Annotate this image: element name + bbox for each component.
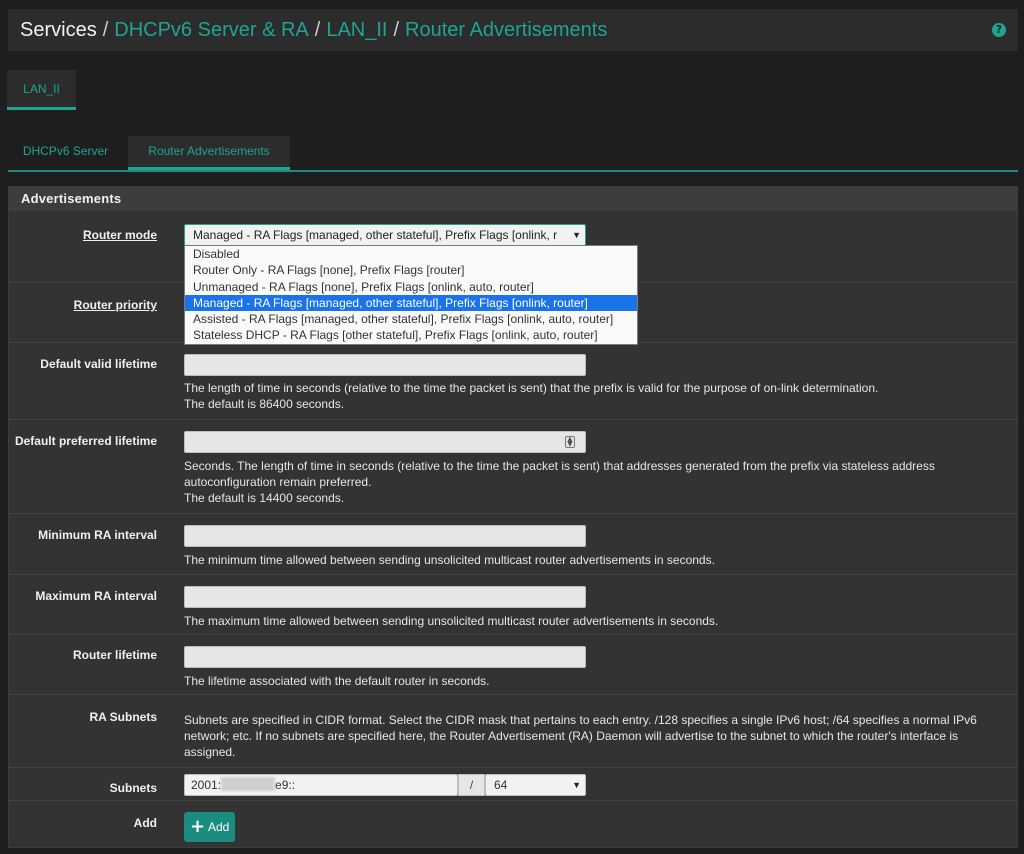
preferred-lifetime-help-text: Seconds. The length of time in seconds (… bbox=[184, 459, 935, 489]
preferred-lifetime-default: The default is 14400 seconds. bbox=[184, 491, 345, 505]
preferred-lifetime-row: Default preferred lifetime ▲ ▼ Seconds. T… bbox=[9, 419, 1017, 513]
router-mode-option-stateless-dhcp[interactable]: Stateless DHCP - RA Flags [other statefu… bbox=[185, 327, 637, 343]
breadcrumb-separator: / bbox=[102, 18, 109, 41]
router-mode-option-disabled[interactable]: Disabled bbox=[185, 246, 637, 262]
router-lifetime-row: Router lifetime The lifetime associated … bbox=[9, 634, 1017, 694]
subnets-row: Subnets 2001: e9:: / 64 ▼ bbox=[9, 767, 1017, 800]
valid-lifetime-input[interactable] bbox=[184, 354, 586, 376]
ra-subnets-label: RA Subnets bbox=[89, 710, 157, 724]
max-ra-input[interactable] bbox=[184, 586, 586, 608]
breadcrumb-page[interactable]: Router Advertisements bbox=[405, 19, 607, 42]
cidr-mask-value: 64 bbox=[494, 778, 508, 792]
valid-lifetime-label: Default valid lifetime bbox=[40, 357, 157, 371]
min-ra-label: Minimum RA interval bbox=[38, 528, 157, 542]
ra-subnets-help: Subnets are specified in CIDR format. Se… bbox=[184, 713, 977, 759]
add-button[interactable]: + Add bbox=[184, 812, 235, 842]
router-mode-select[interactable]: Managed - RA Flags [managed, other state… bbox=[184, 224, 586, 246]
router-mode-option-unmanaged[interactable]: Unmanaged - RA Flags [none], Prefix Flag… bbox=[185, 279, 637, 295]
chevron-down-icon: ▼ bbox=[568, 775, 581, 795]
question-circle-icon[interactable]: ? bbox=[992, 23, 1006, 37]
max-ra-row: Maximum RA interval The maximum time all… bbox=[9, 574, 1017, 634]
router-mode-value: Managed - RA Flags [managed, other state… bbox=[193, 228, 558, 242]
ra-subnets-row: RA Subnets Subnets are specified in CIDR… bbox=[9, 694, 1017, 767]
breadcrumb-separator: / bbox=[314, 18, 321, 41]
subtab-bar: DHCPv6 Server Router Advertisements bbox=[8, 136, 1018, 172]
valid-lifetime-help: The length of time in seconds (relative … bbox=[184, 380, 1004, 412]
add-label: Add bbox=[133, 816, 157, 830]
router-lifetime-input[interactable] bbox=[184, 646, 586, 668]
min-ra-help: The minimum time allowed between sending… bbox=[184, 553, 715, 567]
router-lifetime-help: The lifetime associated with the default… bbox=[184, 674, 490, 688]
router-mode-option-managed[interactable]: Managed - RA Flags [managed, other state… bbox=[185, 294, 637, 312]
preferred-lifetime-input[interactable]: ▲ ▼ bbox=[184, 431, 586, 453]
min-ra-input[interactable] bbox=[184, 525, 586, 547]
breadcrumb-dhcpv6[interactable]: DHCPv6 Server & RA bbox=[114, 19, 309, 42]
add-row: Add + Add bbox=[9, 800, 1017, 847]
valid-lifetime-row: Default valid lifetime The length of tim… bbox=[9, 342, 1017, 419]
cidr-mask-select[interactable]: 64 ▼ bbox=[485, 774, 586, 796]
tab-interface-lan-ii[interactable]: LAN_II bbox=[7, 70, 76, 110]
valid-lifetime-help-text: The length of time in seconds (relative … bbox=[184, 381, 879, 395]
router-mode-option-router-only[interactable]: Router Only - RA Flags [none], Prefix Fl… bbox=[185, 262, 637, 278]
router-mode-option-assisted[interactable]: Assisted - RA Flags [managed, other stat… bbox=[185, 311, 637, 327]
cidr-slash: / bbox=[458, 774, 485, 796]
max-ra-help: The maximum time allowed between sending… bbox=[184, 614, 719, 628]
router-lifetime-label: Router lifetime bbox=[72, 648, 157, 662]
min-ra-row: Minimum RA interval The minimum time all… bbox=[9, 513, 1017, 574]
chevron-down-icon: ▼ bbox=[568, 225, 581, 245]
tab-router-advertisements[interactable]: Router Advertisements bbox=[128, 136, 290, 170]
subnet-address-input[interactable]: 2001: e9:: bbox=[184, 774, 458, 796]
add-button-label: Add bbox=[208, 820, 230, 834]
valid-lifetime-default: The default is 86400 seconds. bbox=[184, 397, 345, 411]
spinner-icon[interactable]: ▲ ▼ bbox=[565, 436, 575, 448]
subnets-label: Subnets bbox=[109, 781, 157, 795]
preferred-lifetime-help: Seconds. The length of time in seconds (… bbox=[184, 458, 1004, 506]
router-priority-label[interactable]: Router priority bbox=[74, 298, 157, 312]
subnet-address-prefix: 2001: bbox=[191, 778, 222, 792]
preferred-lifetime-label: Default preferred lifetime bbox=[14, 434, 157, 448]
subnet-address-suffix: e9:: bbox=[275, 778, 296, 792]
max-ra-label: Maximum RA interval bbox=[35, 589, 157, 603]
breadcrumb-separator: / bbox=[393, 18, 400, 41]
router-mode-label[interactable]: Router mode bbox=[83, 228, 157, 242]
breadcrumb-interface[interactable]: LAN_II bbox=[326, 19, 387, 42]
tab-dhcpv6-server[interactable]: DHCPv6 Server bbox=[8, 136, 123, 170]
redacted-block bbox=[221, 777, 276, 791]
plus-icon: + bbox=[190, 816, 206, 837]
router-mode-dropdown[interactable]: Disabled Router Only - RA Flags [none], … bbox=[184, 245, 638, 345]
breadcrumb-bar: Services / DHCPv6 Server & RA / LAN_II /… bbox=[8, 9, 1018, 51]
panel-title: Advertisements bbox=[9, 187, 1017, 211]
breadcrumb-root: Services bbox=[20, 18, 97, 41]
